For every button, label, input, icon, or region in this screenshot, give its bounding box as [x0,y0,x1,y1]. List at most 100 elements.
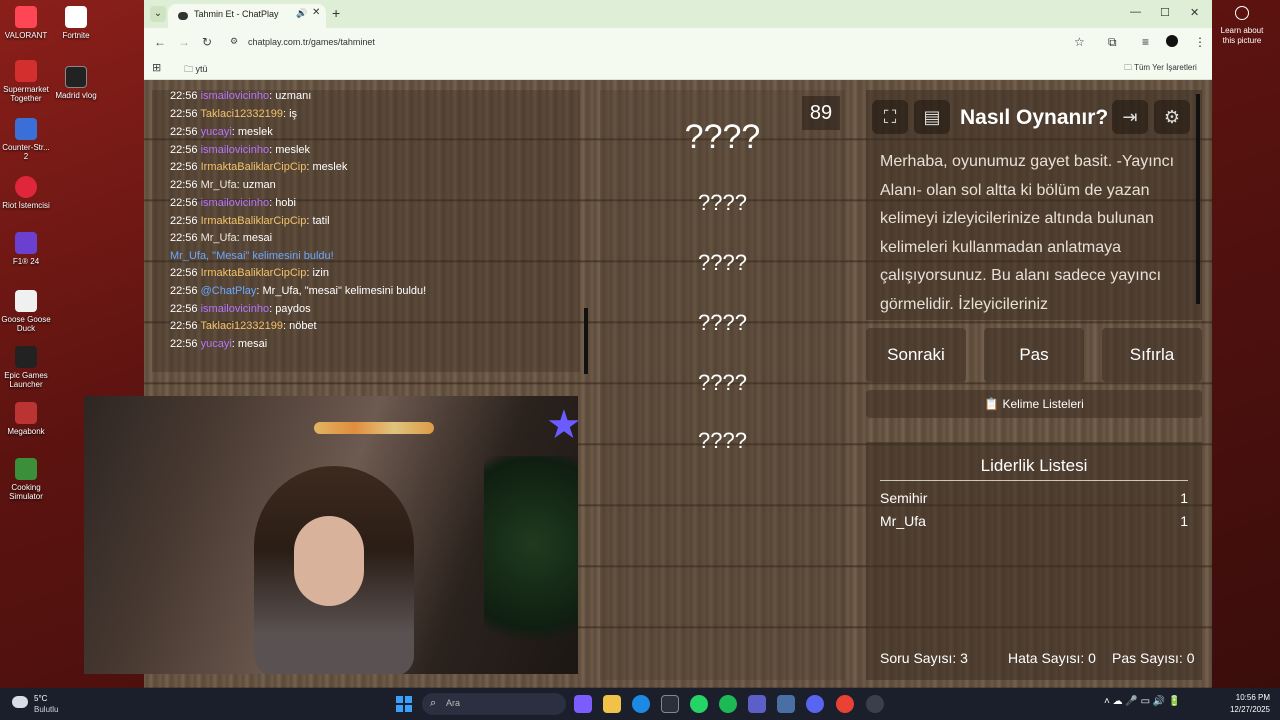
whatsapp-icon[interactable] [690,695,708,713]
desktop-icon-madrid-vlog[interactable]: Madrid vlog [50,66,102,100]
spotify-icon[interactable] [719,695,737,713]
chat-scrollbar[interactable] [584,308,588,374]
cooking-icon [15,458,37,480]
favicon-icon [178,12,188,20]
desktop-icon-epic[interactable]: Epic Games Launcher [0,346,52,389]
chat-time: 22:56 [170,197,198,209]
desktop-icon-valorant[interactable]: VALORANT [0,6,52,40]
apps-grid-icon[interactable]: ⊞ [152,61,161,74]
reset-button[interactable]: Sıfırla [1102,328,1202,382]
minimize-icon[interactable]: — [1130,6,1141,18]
profile-avatar[interactable] [1166,35,1178,47]
edge-icon[interactable] [632,695,650,713]
media-icon[interactable]: ≡ [1142,35,1149,49]
chat-username[interactable]: ismailovicinho [201,197,269,209]
how-to-play-scrollbar[interactable] [1196,94,1200,304]
chat-username[interactable]: Taklaci12332199 [200,320,283,332]
chat-username[interactable]: ismailovicinho [201,303,269,315]
chat-message: 22:56 IrmaktaBaliklarCipCip: tatil [170,215,330,227]
chat-username[interactable]: IrmaktaBaliklarCipCip [201,215,307,227]
site-info-icon[interactable]: ⚙ [230,36,238,47]
f1-icon [15,232,37,254]
desktop-icon-supermarket[interactable]: Supermarket Together [0,60,52,103]
start-button[interactable] [396,696,412,712]
chat-username[interactable]: ismailovicinho [201,144,269,156]
tab-chatplay[interactable]: Tahmin Et - ChatPlay 🔊 ✕ [168,4,326,28]
tab-search-icon[interactable]: ⌄ [150,6,166,22]
chat-username[interactable]: ismailovicinho [201,90,269,102]
chat-text: : nöbet [282,320,317,332]
chat-panel: 22:56 ismailovicinho: uzmanı 22:56 Taklac… [152,90,588,374]
chat-time: 22:56 [170,267,198,279]
taskbar-search[interactable]: ⌕ Ara [422,693,566,715]
chat-message: 22:56 @ChatPlay: Mr_Ufa, "mesai" kelimes… [170,285,426,297]
store-icon[interactable] [661,695,679,713]
speaker-icon[interactable]: 🔊 [296,8,307,19]
chat-username[interactable]: yucayi [201,338,232,350]
document-icon[interactable]: ▤ [914,100,950,134]
chat-username[interactable]: IrmaktaBaliklarCipCip [201,267,307,279]
desktop-icon-goose[interactable]: Goose Goose Duck [0,290,52,333]
settings-gear-icon[interactable]: ⚙ [1154,100,1190,134]
fullscreen-icon[interactable]: ⛶ [872,100,908,134]
chrome-icon[interactable] [836,695,854,713]
bookmark-star-icon[interactable]: ☆ [1074,35,1085,49]
chat-username[interactable]: Mr_Ufa [201,179,237,191]
discord-icon[interactable] [806,695,824,713]
system-tray[interactable]: ˄ ☁ 🎤 ▭ 🔊 🔋 [1104,696,1181,707]
desktop-icon-counter-strike[interactable]: Counter-Str... 2 [0,118,52,161]
pass-button[interactable]: Pas [984,328,1084,382]
steam-icon[interactable] [777,695,795,713]
maximize-icon[interactable]: ☐ [1160,6,1170,19]
new-tab-icon[interactable]: + [332,5,340,21]
app-icon[interactable] [866,695,884,713]
desktop-icon-cooking[interactable]: Cooking Simulator [0,458,52,501]
desktop-icon-megabonk[interactable]: Megabonk [0,402,52,436]
chat-message: 22:56 IrmaktaBaliklarCipCip: izin [170,267,329,279]
word-lists-button[interactable]: 📋 Kelime Listeleri [866,390,1202,418]
question-count: Soru Sayısı: 3 [880,650,968,666]
chat-username[interactable]: Mr_Ufa [201,232,237,244]
teams-icon[interactable] [748,695,766,713]
url-field[interactable]: ⚙ chatplay.com.tr/games/tahminet [228,33,1108,51]
chat-username[interactable]: IrmaktaBaliklarCipCip [201,161,307,173]
chat-message: 22:56 Mr_Ufa: mesai [170,232,272,244]
leaderboard-panel: Liderlik Listesi Semihir 1 Mr_Ufa 1 Soru… [866,442,1202,680]
file-explorer-icon[interactable] [603,695,621,713]
chat-message: 22:56 Taklaci12332199: nöbet [170,320,317,332]
chat-text: : Mr_Ufa, "mesai" kelimesini buldu! [256,285,427,297]
chat-message: 22:56 Mr_Ufa: uzman [170,179,276,191]
chat-username[interactable]: @ChatPlay [201,285,257,297]
extensions-icon[interactable]: ⧉ [1108,35,1117,50]
copilot-icon[interactable] [574,695,592,713]
close-window-icon[interactable]: ✕ [1190,6,1199,19]
learn-about-picture[interactable]: Learn about this picture [1214,6,1270,46]
chat-text: : mesai [236,232,273,244]
chat-username[interactable]: yucayi [201,126,232,138]
chat-username[interactable]: Taklaci12332199 [200,108,283,120]
clock[interactable]: 10:56 PM 12/27/2025 [1214,692,1270,716]
search-icon: ⌕ [430,697,437,709]
forward-icon[interactable]: → [178,35,190,49]
menu-icon[interactable]: ⋮ [1194,35,1206,49]
fortnite-icon [65,6,87,28]
chat-text: : uzman [236,179,276,191]
chat-text: : meslek [231,126,273,138]
desktop-icon-fortnite[interactable]: Fortnite [50,6,102,40]
next-button[interactable]: Sonraki [866,328,966,382]
desktop-icon-f1[interactable]: F1® 24 [0,232,52,266]
chat-message: 22:56 ismailovicinho: hobi [170,197,296,209]
logout-icon[interactable]: ⇥ [1112,100,1148,134]
back-icon[interactable]: ← [154,35,166,49]
chat-text: : mesai [231,338,268,350]
forbidden-word: ???? [698,428,747,453]
bookmark-folder-ytu[interactable]: 🗀 ytü [184,62,208,78]
valorant-icon [15,6,37,28]
chat-message: 22:56 ismailovicinho: uzmanı [170,90,311,102]
reload-icon[interactable]: ↻ [202,35,212,49]
chat-username[interactable]: Mr_Ufa, "Mesai" kelimesini buldu! [170,250,334,262]
close-tab-icon[interactable]: ✕ [312,7,320,18]
all-bookmarks[interactable]: 🗀 Tüm Yer İşaretleri [1124,62,1197,76]
cloud-icon [12,696,28,708]
desktop-icon-riot[interactable]: Riot İstemcisi [0,176,52,210]
